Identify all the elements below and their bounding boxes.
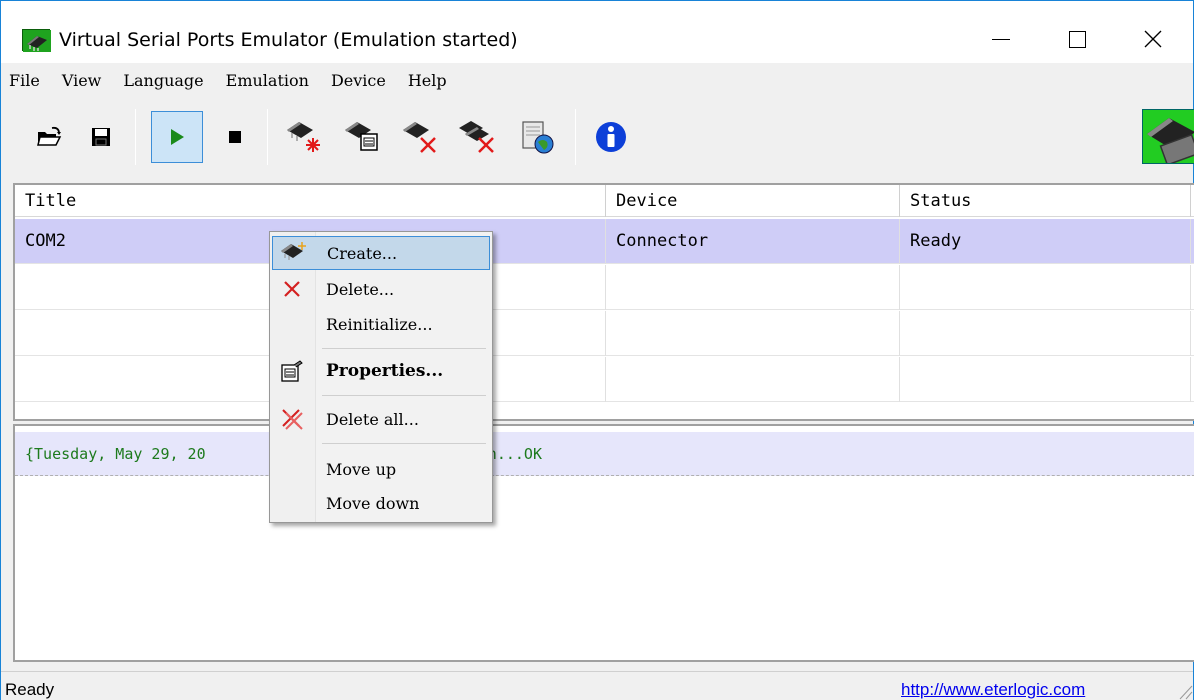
context-menu-delete[interactable]: Delete...	[272, 272, 490, 306]
info-icon	[596, 122, 626, 152]
toolbar-separator	[135, 109, 136, 165]
delete-device-icon	[403, 122, 436, 153]
device-row[interactable]: COM2 Connector Ready	[15, 219, 1194, 264]
context-menu-reinitialize-label: Reinitialize...	[326, 314, 433, 334]
menu-emulation[interactable]: Emulation	[215, 65, 320, 97]
delete-all-icon	[278, 405, 306, 433]
save-icon	[92, 128, 110, 146]
context-menu-properties[interactable]: Properties...	[272, 354, 490, 388]
column-header-status[interactable]: Status	[900, 185, 1191, 217]
open-button[interactable]	[23, 111, 75, 163]
toolbar-separator	[267, 109, 268, 165]
website-link[interactable]: http://www.eterlogic.com	[901, 680, 1085, 700]
context-menu-reinitialize[interactable]: Reinitialize...	[272, 307, 490, 341]
app-window: Virtual Serial Ports Emulator (Emulation…	[0, 0, 1194, 700]
empty-row	[15, 311, 1194, 356]
close-icon	[1144, 30, 1162, 48]
context-menu-separator	[322, 395, 486, 396]
context-menu-move-up-label: Move up	[326, 459, 397, 479]
empty-cell	[606, 265, 900, 310]
about-button[interactable]	[585, 111, 637, 163]
window-title: Virtual Serial Ports Emulator (Emulation…	[59, 29, 518, 51]
create-device-icon	[279, 239, 307, 267]
context-menu: Create... Delete... Reinitialize... Prop…	[269, 231, 493, 523]
menu-device[interactable]: Device	[320, 65, 397, 97]
column-header-title[interactable]: Title	[15, 185, 606, 217]
delete-all-devices-icon	[459, 121, 494, 153]
title-bar[interactable]: Virtual Serial Ports Emulator (Emulation…	[1, 1, 1193, 63]
close-button[interactable]	[1121, 15, 1185, 63]
context-menu-create-label: Create...	[327, 243, 398, 263]
create-device-button[interactable]	[277, 111, 329, 163]
empty-cell	[900, 357, 1191, 402]
context-menu-delete-label: Delete...	[326, 279, 395, 299]
menu-view[interactable]: View	[51, 65, 113, 97]
open-icon	[37, 126, 62, 146]
empty-cell	[606, 357, 900, 402]
minimize-icon	[992, 38, 1010, 40]
menu-help[interactable]: Help	[397, 65, 458, 97]
delete-device-button[interactable]	[393, 111, 445, 163]
delete-icon	[278, 275, 306, 303]
maximize-button[interactable]	[1045, 15, 1109, 63]
serial-connector-logo-icon	[1142, 109, 1194, 164]
toolbar	[1, 101, 1194, 173]
stop-emulation-button[interactable]	[209, 111, 261, 163]
log-pane[interactable]: {Tuesday, May 29, 20ization...OK	[13, 424, 1194, 662]
empty-cell	[900, 265, 1191, 310]
status-bar: Ready http://www.eterlogic.com	[1, 671, 1193, 700]
minimize-button[interactable]	[969, 15, 1033, 63]
menu-file[interactable]: File	[1, 65, 51, 97]
log-entry: {Tuesday, May 29, 20ization...OK	[15, 432, 1194, 476]
context-menu-properties-label: Properties...	[326, 361, 444, 381]
device-list-header: Title Device Status	[15, 185, 1194, 217]
stop-emulation-icon	[229, 131, 241, 143]
status-text: Ready	[5, 680, 55, 699]
device-row-device: Connector	[606, 219, 900, 264]
network-settings-icon	[522, 121, 554, 154]
context-menu-delete-all[interactable]: Delete all...	[272, 402, 490, 436]
empty-row	[15, 265, 1194, 310]
resize-grip-icon[interactable]	[1177, 682, 1193, 700]
toolbar-separator	[575, 109, 576, 165]
column-header-device[interactable]: Device	[606, 185, 900, 217]
menu-language[interactable]: Language	[112, 65, 214, 97]
context-menu-separator	[322, 443, 486, 444]
network-settings-button[interactable]	[511, 111, 563, 163]
context-menu-move-down[interactable]: Move down	[272, 486, 490, 520]
context-menu-delete-all-label: Delete all...	[326, 409, 419, 429]
save-button[interactable]	[75, 111, 127, 163]
device-properties-button[interactable]	[335, 111, 387, 163]
start-emulation-icon	[171, 129, 184, 145]
log-entry-start: {Tuesday, May 29, 20	[25, 445, 206, 463]
device-properties-icon	[345, 122, 378, 151]
context-menu-move-down-label: Move down	[326, 493, 420, 513]
device-list: Title Device Status COM2 Connector Ready	[13, 183, 1194, 421]
maximize-icon	[1068, 30, 1086, 48]
empty-cell	[900, 311, 1191, 356]
device-row-status: Ready	[900, 219, 1191, 264]
empty-cell	[606, 311, 900, 356]
start-emulation-button[interactable]	[151, 111, 203, 163]
context-menu-move-up[interactable]: Move up	[272, 452, 490, 486]
delete-all-devices-button[interactable]	[451, 111, 503, 163]
context-menu-create[interactable]: Create...	[272, 236, 490, 270]
empty-row	[15, 357, 1194, 402]
menu-bar: File View Language Emulation Device Help	[1, 63, 1193, 99]
create-device-icon	[287, 122, 320, 152]
app-logo-icon	[22, 29, 51, 52]
context-menu-separator	[322, 348, 486, 349]
properties-icon	[278, 357, 306, 385]
